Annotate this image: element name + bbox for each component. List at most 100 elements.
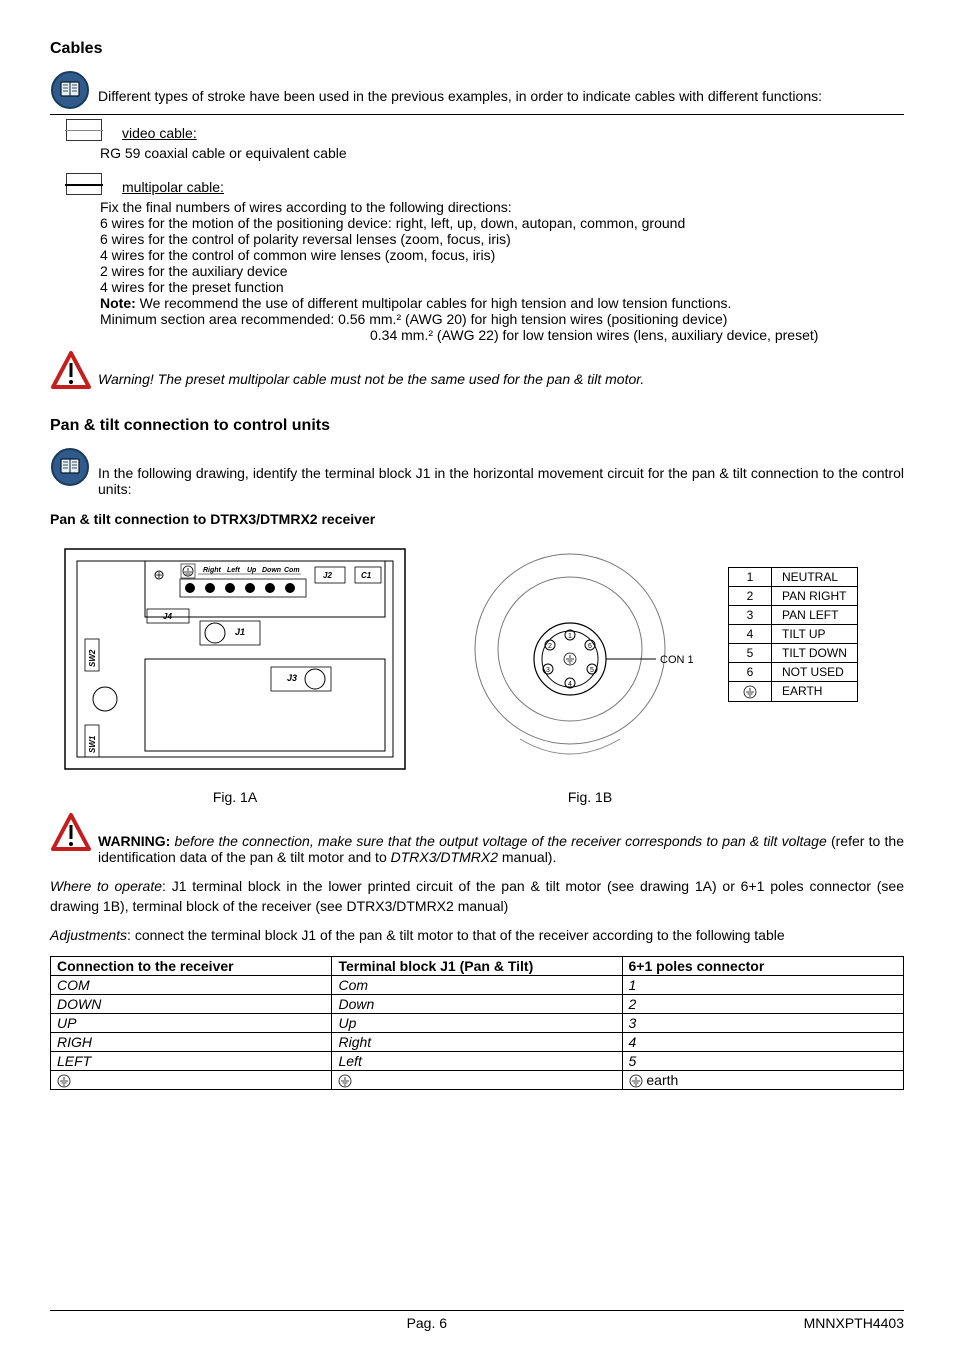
multi-note: Note: We recommend the use of different …	[100, 295, 904, 311]
table-row: RIGHRight4	[51, 1032, 904, 1051]
fig-1b-caption: Fig. 1B	[568, 789, 612, 805]
table-header-row: Connection to the receiver Terminal bloc…	[51, 956, 904, 975]
cables-intro: Different types of stroke have been used…	[98, 88, 822, 104]
divider	[50, 114, 904, 115]
stroke-sample-multipolar	[66, 173, 102, 195]
svg-text:Down: Down	[262, 567, 281, 574]
svg-text:3: 3	[546, 667, 550, 674]
table-cell: UP	[51, 1013, 332, 1032]
adjustments: Adjustments: connect the terminal block …	[50, 926, 904, 946]
table-cell: 1	[622, 975, 904, 994]
warning2-prefix: WARNING:	[98, 833, 170, 849]
book-icon	[50, 447, 90, 487]
table-cell: LEFT	[51, 1051, 332, 1070]
adjust-text: : connect the terminal block J1 of the p…	[127, 927, 785, 943]
table-row: DOWNDown2	[51, 994, 904, 1013]
svg-text:SW2: SW2	[88, 649, 97, 667]
footer-page: Pag. 6	[407, 1315, 447, 1331]
video-cable-desc: RG 59 coaxial cable or equivalent cable	[100, 145, 904, 161]
table-row: UPUp3	[51, 1013, 904, 1032]
legend-num: 1	[729, 568, 772, 587]
where-prefix: Where to operate	[50, 878, 162, 894]
note-prefix: Note:	[100, 295, 136, 311]
warning-icon	[50, 349, 92, 391]
note-text: We recommend the use of different multip…	[136, 295, 732, 311]
heading-cables: Cables	[50, 40, 904, 58]
table-row: COMCom1	[51, 975, 904, 994]
table-cell: Down	[332, 994, 622, 1013]
multi-line: 2 wires for the auxiliary device	[100, 263, 904, 279]
svg-text:2: 2	[548, 643, 552, 650]
diagram-fig-1b: 1 2 3 6 5 4 CON 1	[460, 539, 720, 779]
legend-label: EARTH	[772, 682, 858, 702]
svg-text:Up: Up	[247, 567, 257, 574]
multi-line: 4 wires for the preset function	[100, 279, 904, 295]
legend-row: 3PAN LEFT	[729, 606, 858, 625]
svg-text:1: 1	[568, 633, 572, 640]
legend-row: 1NEUTRAL	[729, 568, 858, 587]
legend-row: EARTH	[729, 682, 858, 702]
svg-text:6: 6	[588, 643, 592, 650]
where-operate: Where to operate: J1 terminal block in t…	[50, 877, 904, 916]
svg-text:5: 5	[590, 667, 594, 674]
legend-label: TILT UP	[772, 625, 858, 644]
legend-row: 6NOT USED	[729, 663, 858, 682]
svg-text:SW1: SW1	[88, 735, 97, 753]
legend-label: PAN LEFT	[772, 606, 858, 625]
stroke-sample-video	[66, 119, 102, 141]
th: Connection to the receiver	[51, 956, 332, 975]
svg-text:Right: Right	[203, 567, 222, 574]
legend-label: NOT USED	[772, 663, 858, 682]
svg-text:J1: J1	[235, 627, 245, 637]
where-text: : J1 terminal block in the lower printed…	[50, 878, 904, 914]
legend-num: 3	[729, 606, 772, 625]
video-cable-label: video cable:	[122, 125, 904, 141]
footer-divider	[50, 1310, 904, 1311]
page-footer: Pag. 6 MNNXPTH4403	[50, 1310, 904, 1331]
legend-label: TILT DOWN	[772, 644, 858, 663]
table-cell: Com	[332, 975, 622, 994]
svg-text:J4: J4	[163, 612, 172, 621]
warning-dot: .	[640, 371, 644, 387]
multipolar-cable-label: multipolar cable:	[122, 179, 904, 195]
heading-pantilt-sub: Pan & tilt connection to DTRX3/DTMRX2 re…	[50, 511, 904, 527]
table-cell: RIGH	[51, 1032, 332, 1051]
table-cell: Left	[332, 1051, 622, 1070]
table-cell	[332, 1070, 622, 1089]
legend-num: 5	[729, 644, 772, 663]
warning-icon	[50, 811, 92, 853]
table-row: earth	[51, 1070, 904, 1089]
table-cell: earth	[622, 1070, 904, 1089]
multi-line: 4 wires for the control of common wire l…	[100, 247, 904, 263]
svg-text:4: 4	[568, 681, 572, 688]
warning-text: Warning! The preset multipolar cable mus…	[98, 371, 640, 387]
min-section-line2: 0.34 mm.² (AWG 22) for low tension wires…	[100, 327, 904, 343]
legend-row: 5TILT DOWN	[729, 644, 858, 663]
fig-1a-caption: Fig. 1A	[213, 789, 257, 805]
min-section-line: Minimum section area recommended: 0.56 m…	[100, 311, 904, 327]
legend-row: 4TILT UP	[729, 625, 858, 644]
table-row: LEFTLeft5	[51, 1051, 904, 1070]
table-cell	[51, 1070, 332, 1089]
svg-text:CON 1: CON 1	[660, 654, 694, 666]
warning2-manual: DTRX3/DTMRX2	[391, 849, 498, 865]
svg-text:J2: J2	[323, 571, 332, 580]
adjust-prefix: Adjustments	[50, 927, 127, 943]
th: Terminal block J1 (Pan & Tilt)	[332, 956, 622, 975]
table-cell: DOWN	[51, 994, 332, 1013]
pantilt-intro: In the following drawing, identify the t…	[98, 447, 904, 497]
footer-code: MNNXPTH4403	[804, 1315, 904, 1331]
svg-text:C1: C1	[361, 571, 372, 580]
legend-label: NEUTRAL	[772, 568, 858, 587]
table-cell: 3	[622, 1013, 904, 1032]
svg-text:Com: Com	[284, 567, 300, 574]
warning2-text: WARNING: before the connection, make sur…	[98, 811, 904, 865]
svg-text:Left: Left	[227, 567, 241, 574]
table-cell: 5	[622, 1051, 904, 1070]
legend-num: 2	[729, 587, 772, 606]
legend-num: 4	[729, 625, 772, 644]
heading-pantilt: Pan & tilt connection to control units	[50, 417, 904, 435]
table-cell: Right	[332, 1032, 622, 1051]
legend-row: 2PAN RIGHT	[729, 587, 858, 606]
th: 6+1 poles connector	[622, 956, 904, 975]
